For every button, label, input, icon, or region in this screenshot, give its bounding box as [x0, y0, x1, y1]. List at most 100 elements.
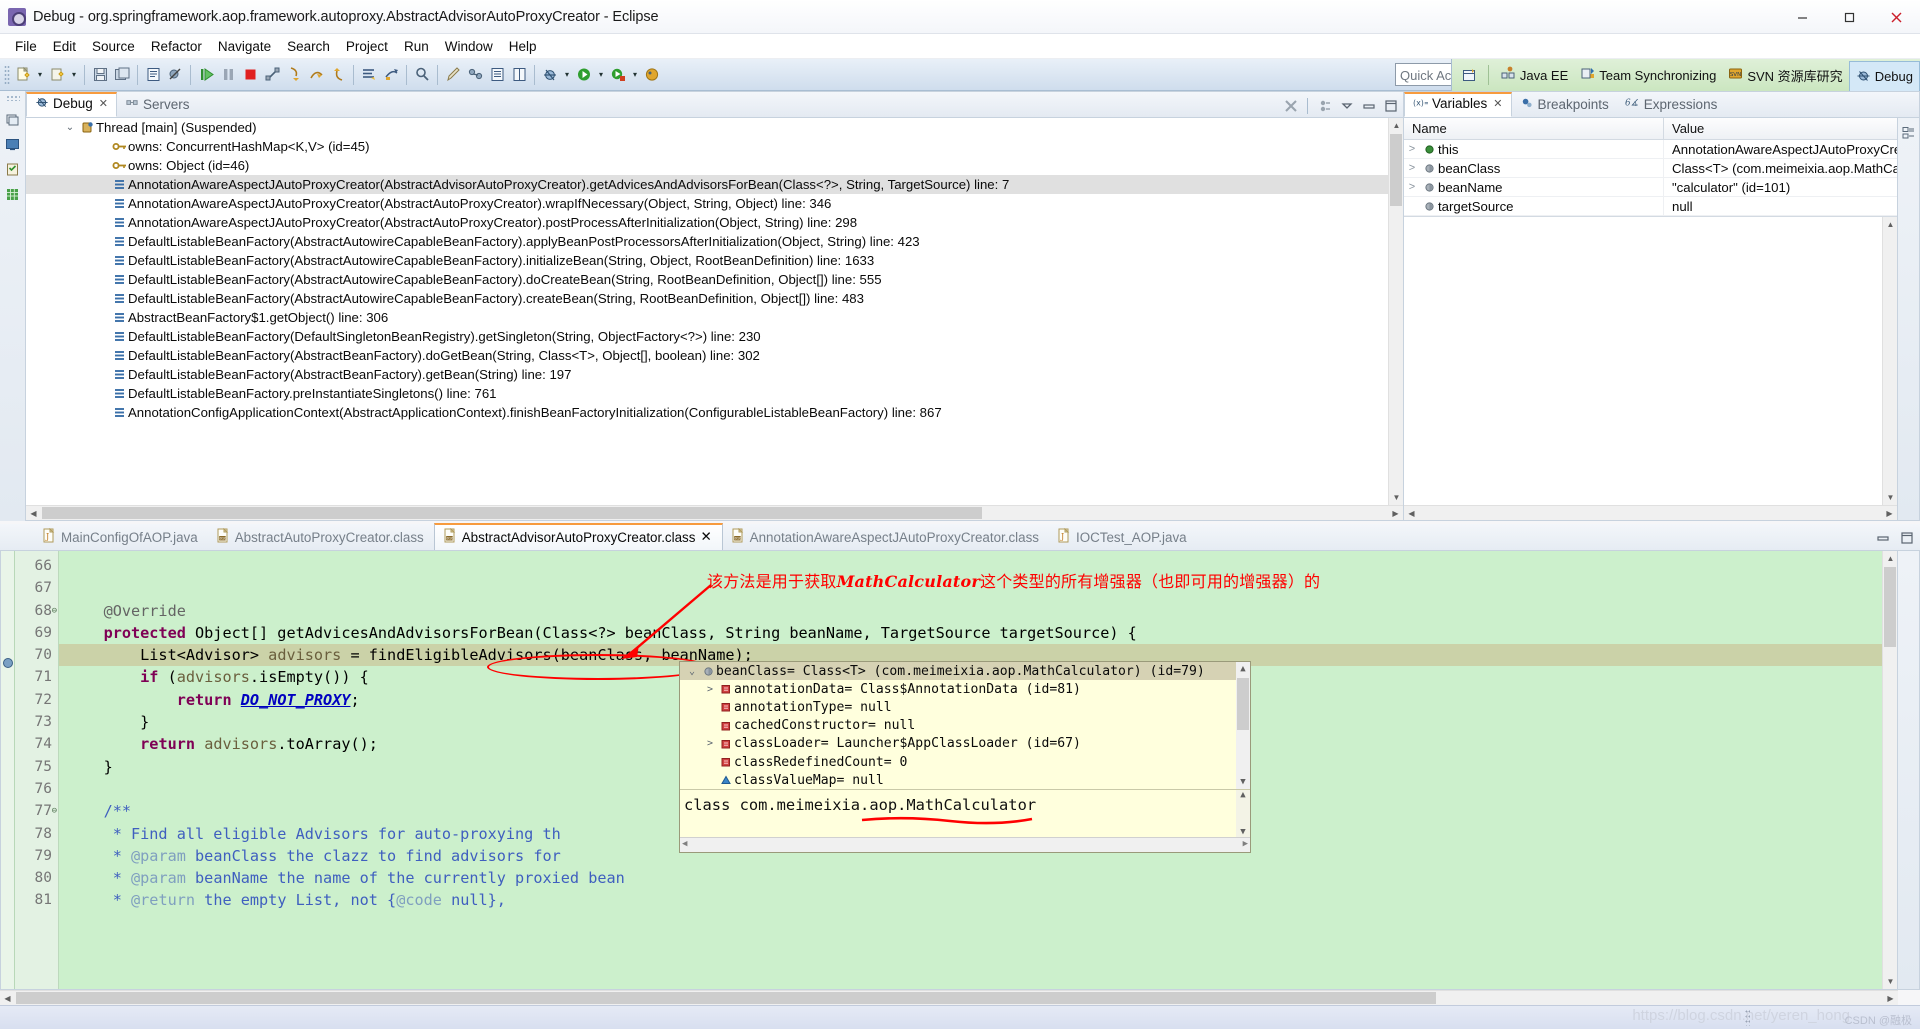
servers-view-icon[interactable] — [4, 185, 22, 203]
variables-row-value-cell[interactable]: null — [1664, 199, 1897, 214]
detail-scroll-up-arrow[interactable]: ▲ — [1883, 217, 1898, 232]
tab-debug-close-icon[interactable]: ✕ — [99, 97, 108, 110]
terminate-icon[interactable] — [239, 63, 261, 87]
editor-marker-ruler[interactable] — [1, 551, 15, 989]
vars-scroll-left-arrow[interactable]: ◀ — [1404, 506, 1419, 521]
variables-detail-pane[interactable]: ▲ ▼ — [1404, 216, 1897, 505]
variables-detail-vscrollbar[interactable]: ▲ ▼ — [1882, 217, 1897, 505]
variable-inspect-popup[interactable]: ⌄ beanClass= Class<T> (com.meimeixia.aop.… — [679, 661, 1251, 853]
tab-variables-close-icon[interactable]: ✕ — [1493, 97, 1502, 110]
popup-scroll-left-arrow[interactable]: ◀ — [682, 839, 687, 849]
console-view-icon[interactable] — [4, 135, 22, 153]
new-java-package-icon[interactable] — [46, 63, 68, 87]
search-icon[interactable] — [411, 63, 433, 87]
view-menu-icon[interactable] — [1337, 96, 1356, 115]
popup-variable-row[interactable]: annotationType= null — [680, 698, 1250, 716]
external-tools-dropdown-icon[interactable]: ▾ — [629, 63, 641, 87]
editor-tab[interactable]: 010 AbstractAutoProxyCreator.class — [208, 525, 434, 550]
link-icon[interactable] — [464, 63, 486, 87]
open-perspective-icon[interactable] — [1458, 63, 1482, 87]
debug-tree-row[interactable]: DefaultListableBeanFactory(DefaultSingle… — [26, 327, 1403, 346]
run-last-tool-icon[interactable] — [380, 63, 402, 87]
new-java-dropdown-icon[interactable]: ▾ — [68, 63, 80, 87]
fold-toggle-icon[interactable]: ⊖ — [48, 807, 57, 816]
code-line[interactable]: * @return the empty List, not {@code nul… — [59, 889, 1919, 911]
variables-row-name-cell[interactable]: > beanClass — [1404, 158, 1664, 178]
menu-file[interactable]: File — [7, 37, 45, 56]
editor-tab[interactable]: 010 AbstractAdvisorAutoProxyCreator.class… — [433, 523, 723, 550]
popup-scroll-right-arrow[interactable]: ▶ — [1243, 839, 1248, 849]
debug-tree-row[interactable]: AnnotationConfigApplicationContext(Abstr… — [26, 403, 1403, 422]
column-header-value[interactable]: Value — [1664, 118, 1897, 140]
variables-row-name-cell[interactable]: targetSource — [1404, 196, 1664, 216]
maximize-button[interactable] — [1826, 0, 1873, 34]
popup-detail-vscrollbar[interactable]: ▲ ▼ — [1236, 790, 1250, 837]
menu-run[interactable]: Run — [396, 37, 437, 56]
editor-maximize-icon[interactable] — [1897, 528, 1916, 547]
toolbar-grip[interactable] — [4, 64, 10, 85]
debug-tree-hscroll-thumb[interactable] — [42, 507, 982, 519]
minimize-button[interactable] — [1779, 0, 1826, 34]
close-button[interactable] — [1873, 0, 1920, 34]
popup-scroll-up-arrow[interactable]: ▲ — [1236, 662, 1250, 674]
perspective-debug[interactable]: Debug — [1848, 61, 1920, 91]
tab-debug[interactable]: Debug ✕ — [26, 92, 118, 117]
popup-detail-scroll-down[interactable]: ▼ — [1236, 827, 1250, 837]
debug-tree-row[interactable]: owns: Object (id=46) — [26, 156, 1403, 175]
editor-scroll-up-arrow[interactable]: ▲ — [1883, 551, 1898, 566]
popup-variable-tree[interactable]: ⌄ beanClass= Class<T> (com.meimeixia.aop.… — [680, 662, 1250, 789]
popup-variable-row[interactable]: > classLoader= Launcher$AppClassLoader (i… — [680, 735, 1250, 753]
variables-row-value-cell[interactable]: "calculator" (id=101) — [1664, 180, 1897, 195]
menu-window[interactable]: Window — [437, 37, 501, 56]
code-line[interactable]: * @param beanName the name of the curren… — [59, 867, 1919, 889]
menu-source[interactable]: Source — [84, 37, 143, 56]
chevron-down-icon[interactable]: ⌄ — [684, 666, 700, 677]
chevron-down-icon[interactable]: ⌄ — [62, 122, 78, 133]
scroll-up-arrow[interactable]: ▲ — [1389, 118, 1403, 133]
run-dropdown-icon[interactable]: ▾ — [595, 63, 607, 87]
new-wizard-dropdown-icon[interactable]: ▾ — [34, 63, 46, 87]
menu-navigate[interactable]: Navigate — [210, 37, 279, 56]
popup-vscrollbar[interactable]: ▲ ▼ — [1236, 662, 1250, 789]
debug-tree-row[interactable]: DefaultListableBeanFactory(AbstractAutow… — [26, 270, 1403, 289]
popup-detail-pane[interactable]: class com.meimeixia.aop.MathCalculator ▲… — [680, 789, 1250, 837]
debug-tree-row[interactable]: DefaultListableBeanFactory(AbstractAutow… — [26, 289, 1403, 308]
popup-variable-row[interactable]: ⌄ beanClass= Class<T> (com.meimeixia.aop.… — [680, 662, 1250, 681]
menu-project[interactable]: Project — [338, 37, 396, 56]
new-wizard-icon[interactable] — [12, 63, 34, 87]
debug-tree-row[interactable]: owns: ConcurrentHashMap<K,V> (id=45) — [26, 137, 1403, 156]
editor-hscroll-thumb[interactable] — [16, 992, 1436, 1004]
editor-minimize-icon[interactable] — [1873, 528, 1892, 547]
step-return-icon[interactable] — [327, 63, 349, 87]
popup-variable-row[interactable]: classValueMap= null — [680, 771, 1250, 789]
list-view-icon[interactable] — [486, 63, 508, 87]
editor-tab[interactable]: J MainConfigOfAOP.java — [34, 525, 208, 550]
debug-tree-row[interactable]: ⌄ Thread [main] (Suspended) — [26, 118, 1403, 137]
editor-vscrollbar[interactable]: ▲ ▼ — [1882, 551, 1897, 989]
editor-scroll-down-arrow[interactable]: ▼ — [1883, 974, 1898, 989]
chevron-right-icon[interactable]: > — [1404, 143, 1420, 155]
resume-icon[interactable] — [195, 63, 217, 87]
popup-variable-row[interactable]: > annotationData= Class$AnnotationData (i… — [680, 680, 1250, 698]
debug-dropdown-icon[interactable]: ▾ — [561, 63, 573, 87]
popup-variable-row[interactable]: cachedConstructor= null — [680, 717, 1250, 735]
step-over-icon[interactable] — [305, 63, 327, 87]
step-into-icon[interactable] — [283, 63, 305, 87]
profile-icon[interactable] — [641, 63, 663, 87]
popup-hscrollbar[interactable]: ◀ ▶ — [680, 837, 1250, 852]
popup-scroll-down-arrow[interactable]: ▼ — [1236, 777, 1250, 787]
debug-tree-row[interactable]: AbstractBeanFactory$1.getObject() line: … — [26, 308, 1403, 327]
debug-tree-row[interactable]: DefaultListableBeanFactory(AbstractAutow… — [26, 251, 1403, 270]
editor-tab[interactable]: 010 AnnotationAwareAspectJAutoProxyCreato… — [723, 525, 1049, 550]
run-launch-icon[interactable] — [573, 63, 595, 87]
tab-variables[interactable]: (x)= Variables ✕ — [1404, 92, 1512, 117]
menu-search[interactable]: Search — [279, 37, 338, 56]
minimize-view-icon[interactable] — [1359, 96, 1378, 115]
save-all-icon[interactable] — [111, 63, 133, 87]
variables-row[interactable]: > this AnnotationAwareAspectJAutoProxyCre.… — [1404, 139, 1897, 159]
scroll-down-arrow[interactable]: ▼ — [1389, 490, 1403, 505]
editor-vscroll-thumb[interactable] — [1884, 567, 1896, 647]
chevron-right-icon[interactable]: > — [1404, 162, 1420, 174]
menu-help[interactable]: Help — [501, 37, 545, 56]
debug-tree-hscrollbar[interactable]: ◀ ▶ — [26, 505, 1403, 520]
